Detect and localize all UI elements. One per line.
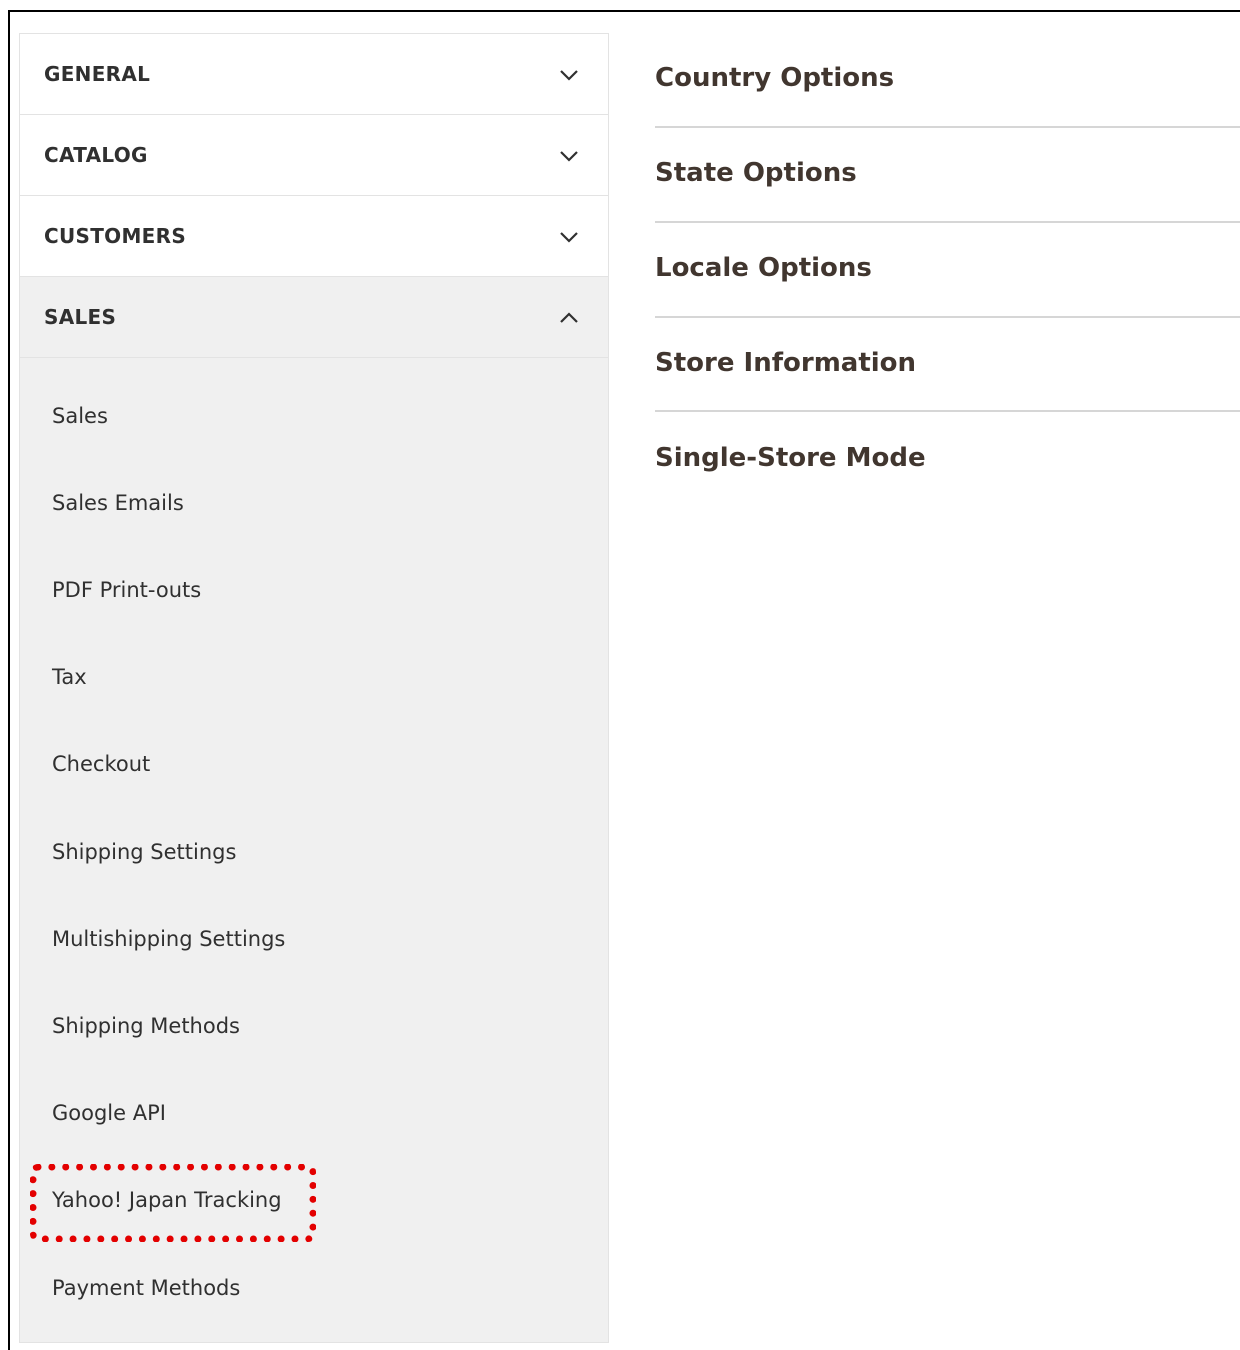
section-catalog[interactable]: CATALOG	[20, 115, 608, 196]
sales-item-payment-methods[interactable]: Payment Methods	[52, 1276, 240, 1300]
sales-item-pdf-print-outs[interactable]: PDF Print-outs	[52, 578, 201, 602]
sales-item-sales-emails[interactable]: Sales Emails	[52, 491, 184, 515]
divider	[655, 221, 1240, 223]
sales-item-shipping-methods[interactable]: Shipping Methods	[52, 1014, 240, 1038]
section-customers-label: CUSTOMERS	[44, 224, 187, 248]
chevron-down-icon	[560, 232, 578, 243]
section-general[interactable]: GENERAL	[20, 34, 608, 115]
chevron-down-icon	[560, 151, 578, 162]
sales-item-multishipping-settings[interactable]: Multishipping Settings	[52, 927, 285, 951]
sales-item-checkout[interactable]: Checkout	[52, 752, 150, 776]
section-catalog-label: CATALOG	[44, 143, 148, 167]
sales-item-shipping-settings[interactable]: Shipping Settings	[52, 840, 236, 864]
group-country-options[interactable]: Country Options	[655, 63, 894, 93]
section-general-label: GENERAL	[44, 62, 151, 86]
chevron-up-icon	[560, 312, 578, 323]
divider	[655, 410, 1240, 412]
chevron-down-icon	[560, 70, 578, 81]
sales-item-sales[interactable]: Sales	[52, 404, 108, 428]
config-sidebar: GENERAL CATALOG CUSTOMERS SALES Sales Sa…	[19, 33, 609, 1343]
group-store-information[interactable]: Store Information	[655, 348, 916, 378]
group-single-store-mode[interactable]: Single-Store Mode	[655, 443, 926, 473]
divider	[655, 126, 1240, 128]
section-customers[interactable]: CUSTOMERS	[20, 196, 608, 277]
section-sales-label: SALES	[44, 305, 117, 329]
highlight-annotation	[30, 1164, 316, 1242]
section-sales[interactable]: SALES	[20, 277, 608, 358]
group-locale-options[interactable]: Locale Options	[655, 253, 872, 283]
group-state-options[interactable]: State Options	[655, 158, 857, 188]
sales-item-tax[interactable]: Tax	[52, 665, 87, 689]
sales-item-google-api[interactable]: Google API	[52, 1101, 166, 1125]
divider	[655, 316, 1240, 318]
